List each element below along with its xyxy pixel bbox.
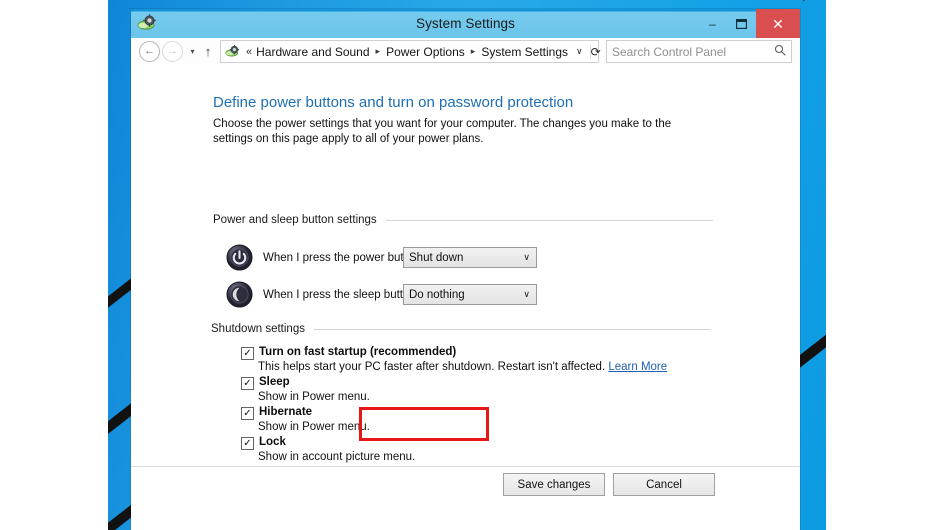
- checkbox-label-hibernate: Hibernate: [259, 406, 313, 418]
- page-content: Define power buttons and turn on passwor…: [131, 66, 800, 499]
- control-panel-icon: [225, 44, 240, 59]
- dialog-footer: Save changes Cancel: [131, 466, 800, 499]
- checkbox-label-fast-startup: Turn on fast startup (recommended): [259, 346, 457, 358]
- sleep-button-action-value: Do nothing: [409, 288, 465, 301]
- chevron-down-icon[interactable]: ∨: [523, 289, 534, 300]
- checkbox-hibernate[interactable]: ✓: [241, 407, 254, 420]
- cancel-button[interactable]: Cancel: [613, 473, 715, 496]
- section-divider: [313, 328, 711, 330]
- sleep-button-setting-row: When I press the sleep button: Do nothin…: [226, 281, 537, 308]
- description-text: This helps start your PC faster after sh…: [258, 361, 606, 373]
- sleep-button-label: When I press the sleep button:: [263, 288, 419, 301]
- chevron-down-icon[interactable]: ∨: [523, 252, 534, 263]
- checkbox-description-lock: Show in account picture menu.: [258, 451, 416, 463]
- section-header-power-sleep: Power and sleep button settings: [213, 214, 713, 226]
- breadcrumb-prefix: «: [246, 45, 253, 58]
- checkbox-description-hibernate: Show in Power menu.: [258, 421, 370, 433]
- list-item: ✓ Sleep Show in Power menu.: [241, 376, 721, 405]
- window-controls: – ✕: [698, 9, 800, 38]
- save-changes-button[interactable]: Save changes: [503, 473, 605, 496]
- search-input[interactable]: Search Control Panel: [606, 40, 792, 63]
- footer-button-row: Save changes Cancel: [503, 473, 715, 496]
- chevron-right-icon: ▸: [375, 46, 381, 56]
- breadcrumb-item-system-settings[interactable]: System Settings: [480, 45, 569, 59]
- minimize-button[interactable]: –: [698, 9, 727, 38]
- chevron-down-icon[interactable]: ▾: [185, 47, 200, 56]
- section-header-shutdown: Shutdown settings: [211, 323, 711, 335]
- checkbox-lock[interactable]: ✓: [241, 437, 254, 450]
- breadcrumb-item-power-options[interactable]: Power Options: [385, 45, 466, 59]
- page-title: Define power buttons and turn on passwor…: [213, 94, 574, 111]
- forward-icon[interactable]: →: [162, 41, 183, 62]
- checkbox-sleep[interactable]: ✓: [241, 377, 254, 390]
- power-button-action-select[interactable]: Shut down ∨: [403, 247, 537, 268]
- page-description: Choose the power settings that you want …: [213, 118, 672, 145]
- chevron-right-icon: ▸: [470, 46, 476, 56]
- checkbox-row-sleep[interactable]: ✓ Sleep: [241, 376, 721, 390]
- shutdown-settings-list: ✓ Turn on fast startup (recommended) Thi…: [241, 346, 721, 466]
- search-placeholder: Search Control Panel: [612, 44, 727, 59]
- address-bar: ← → ▾ ↑ « Hardware and Sound ▸ Power Opt…: [131, 38, 800, 66]
- checkbox-label-lock: Lock: [259, 436, 286, 448]
- sleep-button-icon: [226, 281, 253, 308]
- refresh-icon[interactable]: ⟳: [589, 44, 601, 59]
- power-button-action-value: Shut down: [409, 251, 464, 264]
- check-icon: ✓: [243, 348, 252, 359]
- section-divider: [385, 219, 713, 221]
- sleep-button-action-select[interactable]: Do nothing ∨: [403, 284, 537, 305]
- breadcrumb[interactable]: « Hardware and Sound ▸ Power Options ▸ S…: [220, 40, 601, 63]
- checkbox-description-sleep: Show in Power menu.: [258, 391, 370, 403]
- back-icon[interactable]: ←: [139, 41, 160, 62]
- screen: System Settings – ✕ ← → ▾ ↑ « Hardware a…: [0, 0, 930, 530]
- list-item: ✓ Lock Show in account picture menu.: [241, 436, 721, 465]
- checkbox-label-sleep: Sleep: [259, 376, 290, 388]
- system-settings-window: System Settings – ✕ ← → ▾ ↑ « Hardware a…: [131, 9, 800, 530]
- chevron-down-icon[interactable]: ∨: [569, 46, 590, 57]
- check-icon: ✓: [243, 408, 252, 419]
- power-button-setting-row: When I press the power button: Shut down…: [226, 244, 537, 271]
- list-item: ✓ Hibernate Show in Power menu.: [241, 406, 721, 435]
- section-title: Shutdown settings: [211, 323, 305, 335]
- section-title: Power and sleep button settings: [213, 214, 377, 226]
- checkbox-row-fast-startup[interactable]: ✓ Turn on fast startup (recommended): [241, 346, 721, 360]
- checkbox-row-hibernate[interactable]: ✓ Hibernate: [241, 406, 721, 420]
- power-button-label: When I press the power button:: [263, 251, 423, 264]
- maximize-button[interactable]: [727, 9, 756, 38]
- checkbox-description-fast-startup: This helps start your PC faster after sh…: [241, 360, 721, 375]
- close-button[interactable]: ✕: [756, 9, 800, 38]
- checkbox-row-lock[interactable]: ✓ Lock: [241, 436, 721, 450]
- wallpaper-stripe: [798, 0, 826, 2]
- title-bar: System Settings – ✕: [131, 9, 800, 38]
- check-icon: ✓: [243, 378, 252, 389]
- check-icon: ✓: [243, 438, 252, 449]
- checkbox-fast-startup[interactable]: ✓: [241, 347, 254, 360]
- list-item: ✓ Turn on fast startup (recommended) Thi…: [241, 346, 721, 375]
- breadcrumb-item-hardware-and-sound[interactable]: Hardware and Sound: [255, 45, 370, 59]
- power-button-icon: [226, 244, 253, 271]
- up-arrow-icon[interactable]: ↑: [200, 45, 216, 58]
- search-icon[interactable]: [774, 44, 786, 59]
- learn-more-link[interactable]: Learn More: [608, 361, 667, 373]
